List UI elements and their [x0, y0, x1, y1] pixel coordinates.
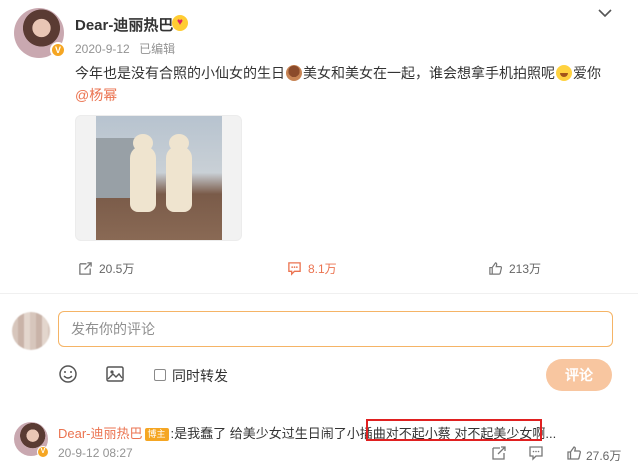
author-name[interactable]: Dear-迪丽热巴	[75, 14, 173, 35]
comment-author-name[interactable]: Dear-迪丽热巴	[58, 426, 143, 441]
highlight-box	[366, 419, 542, 441]
verified-badge-icon: V	[50, 42, 66, 58]
submit-comment-button[interactable]: 评论	[546, 359, 612, 391]
like-count: 213万	[509, 262, 542, 276]
heart-eyes-icon: ♥	[172, 15, 188, 31]
mention-link[interactable]: @杨幂	[75, 84, 620, 106]
chevron-down-icon[interactable]	[596, 6, 614, 20]
also-repost-label[interactable]: 同时转发	[172, 366, 228, 386]
composer-tools: 同时转发	[0, 364, 638, 388]
post-text-1: 今年也是没有合照的小仙女的生日	[75, 65, 285, 81]
repost-icon	[79, 262, 92, 275]
reply-icon[interactable]	[528, 445, 544, 461]
post-text-3: 爱你	[573, 65, 601, 81]
comment-actions: 27.6万	[0, 445, 638, 463]
comment-like-count: 27.6万	[586, 449, 622, 463]
comment-icon	[288, 262, 301, 276]
repost-count: 20.5万	[99, 262, 135, 276]
post-date[interactable]: 2020-9-12	[75, 42, 130, 56]
comment-author-tag: 博主	[144, 428, 169, 441]
post-content: 今年也是没有合照的小仙女的生日 美女和美女在一起，谁会想拿手机拍照呢 爱你 @杨幂	[75, 62, 620, 106]
like-button[interactable]: 213万	[488, 260, 541, 278]
comment-like-icon[interactable]	[566, 445, 582, 461]
repost-button[interactable]: 20.5万	[78, 260, 134, 278]
photo-image	[96, 116, 222, 240]
photo-bear-right	[166, 134, 192, 212]
post-actions: 20.5万 8.1万 213万	[0, 260, 638, 280]
post-meta: 2020-9-12 已编辑	[75, 40, 181, 57]
post-text-2: 美女和美女在一起，谁会想拿手机拍照呢	[303, 65, 555, 81]
also-repost-checkbox[interactable]	[154, 369, 166, 381]
section-divider	[0, 293, 638, 294]
thumbs-up-icon	[489, 262, 503, 275]
share-icon[interactable]	[491, 445, 507, 461]
grin-icon	[556, 65, 572, 81]
image-icon[interactable]	[105, 364, 125, 384]
cake-icon	[286, 65, 302, 81]
edited-label: 已编辑	[139, 42, 176, 56]
current-user-avatar[interactable]	[12, 312, 50, 350]
photo-bear-left	[130, 134, 156, 212]
comment-input[interactable]	[58, 311, 613, 347]
post-photo[interactable]	[75, 115, 242, 241]
emoji-icon[interactable]	[58, 364, 78, 384]
weibo-post: V Dear-迪丽热巴 ♥ 2020-9-12 已编辑 今年也是没有合照的小仙女…	[0, 0, 638, 470]
comment-button[interactable]: 8.1万	[287, 260, 337, 278]
comment-text: :是我蠢了 给美少女过生日闹了小插曲	[170, 426, 386, 441]
comment-count: 8.1万	[308, 262, 337, 276]
